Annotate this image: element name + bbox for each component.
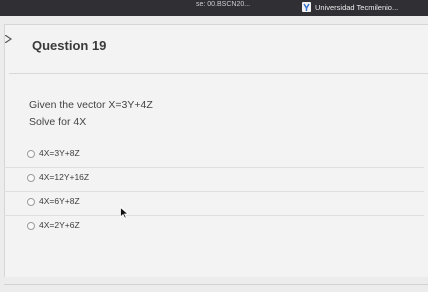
radio-button[interactable] [27, 174, 35, 182]
card-bottom-divider [4, 284, 428, 285]
university-logo-icon [302, 2, 311, 12]
choice-option-1[interactable]: 4X=3Y+8Z [4, 144, 424, 168]
choice-option-2[interactable]: 4X=12Y+16Z [4, 168, 424, 192]
choice-option-4[interactable]: 4X=2Y+6Z [4, 216, 424, 240]
prompt-line-vector: Given the vector X=3Y+4Z [29, 99, 153, 111]
prompt-line-task: Solve for 4X [29, 116, 87, 128]
top-bar: se: 00.BSCN20... Universidad Tecmilenio.… [0, 0, 428, 16]
choice-label: 4X=2Y+6Z [39, 220, 80, 230]
question-prompt: Given the vector X=3Y+4Z Solve for 4X [29, 97, 153, 131]
choice-option-3[interactable]: 4X=6Y+8Z [4, 192, 424, 216]
question-title: Question 19 [32, 38, 107, 53]
university-name[interactable]: Universidad Tecmilenio... [315, 3, 398, 12]
mouse-pointer-icon [120, 207, 129, 219]
radio-button[interactable] [27, 198, 35, 206]
radio-button[interactable] [27, 150, 35, 158]
choice-label: 4X=12Y+16Z [39, 172, 90, 182]
course-breadcrumb[interactable]: se: 00.BSCN20... [196, 1, 250, 8]
choice-label: 4X=6Y+8Z [39, 196, 80, 206]
radio-button[interactable] [27, 222, 35, 230]
quiz-page: Question 19 Given the vector X=3Y+4Z Sol… [0, 16, 428, 292]
header-divider [9, 73, 428, 74]
choice-label: 4X=3Y+8Z [39, 148, 80, 158]
question-flag-icon[interactable] [5, 35, 13, 43]
